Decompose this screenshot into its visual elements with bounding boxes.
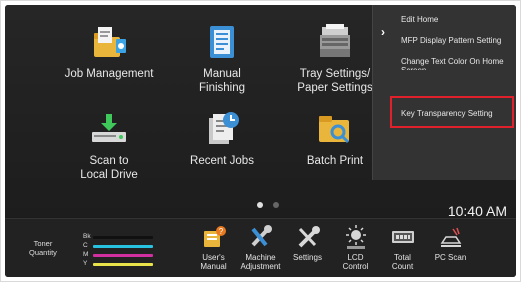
toner-bar-m [93,254,153,257]
menu-item-display-pattern[interactable]: MFP Display Pattern Setting [401,36,513,45]
app-manual-finishing[interactable]: Manual Finishing [162,23,282,95]
page-dot-active[interactable] [257,202,263,208]
clock: 10:40 AM [447,203,507,219]
batch-print-icon [314,110,356,148]
toner-code-c: C [83,242,88,249]
toner-code-y: Y [83,260,88,267]
users-manual-icon: ? [201,225,227,249]
menu-item-edit-home[interactable]: Edit Home [401,15,513,24]
chevron-right-icon[interactable]: › [381,25,385,39]
menu-item-label: Key Transparency Setting [401,109,493,118]
total-count-icon [390,225,416,249]
settings-button[interactable]: Settings [280,225,335,262]
toner-bar-c [93,245,153,248]
settings-icon [295,225,321,249]
button-label: PC Scan [434,253,467,262]
bottom-bar: Toner Quantity Bk C M Y ? User's Manual … [5,218,516,277]
job-management-icon [88,23,130,61]
machine-adjustment-icon [248,225,274,249]
scan-to-local-drive-icon [88,110,130,148]
toner-quantity: Toner Quantity Bk C M Y [15,233,155,269]
page-dot[interactable] [273,202,279,208]
pc-scan-button[interactable]: PC Scan [423,225,478,262]
recent-jobs-icon [201,110,243,148]
app-scan-to-local-drive[interactable]: Scan to Local Drive [49,110,169,182]
svg-text:?: ? [218,227,223,236]
mfp-touch-screen: Job Management Manual Finishing Tray Set… [5,5,516,277]
total-count-button[interactable]: Total Count [375,225,430,271]
settings-menu: Edit Home MFP Display Pattern Setting Ch… [401,15,513,82]
app-recent-jobs[interactable]: Recent Jobs [162,110,282,168]
button-label: Settings [293,253,322,262]
manual-finishing-icon [201,23,243,61]
toner-code-m: M [83,251,89,258]
home-screen: Job Management Manual Finishing Tray Set… [5,5,516,219]
pc-scan-icon [438,225,464,249]
screenshot-frame: Job Management Manual Finishing Tray Set… [0,0,521,282]
home-settings-panel: › Edit Home MFP Display Pattern Setting … [372,5,516,180]
lcd-control-icon [343,225,369,249]
menu-item-key-transparency[interactable]: Key Transparency Setting [390,96,514,128]
page-indicator [257,195,289,213]
button-label: Total Count [391,253,414,271]
toner-bar-bk [93,236,153,239]
menu-item-change-text-color[interactable]: Change Text Color On Home Screen [401,57,513,70]
app-job-management[interactable]: Job Management [49,23,169,81]
app-label: Scan to Local Drive [80,155,138,181]
toner-bar-y [93,263,153,266]
app-label: Recent Jobs [190,155,254,167]
toner-label: Toner Quantity [29,239,57,257]
tray-settings-icon [314,23,356,61]
app-label: Manual Finishing [198,68,246,94]
toner-code-bk: Bk [83,233,91,240]
app-label: Job Management [64,68,154,80]
